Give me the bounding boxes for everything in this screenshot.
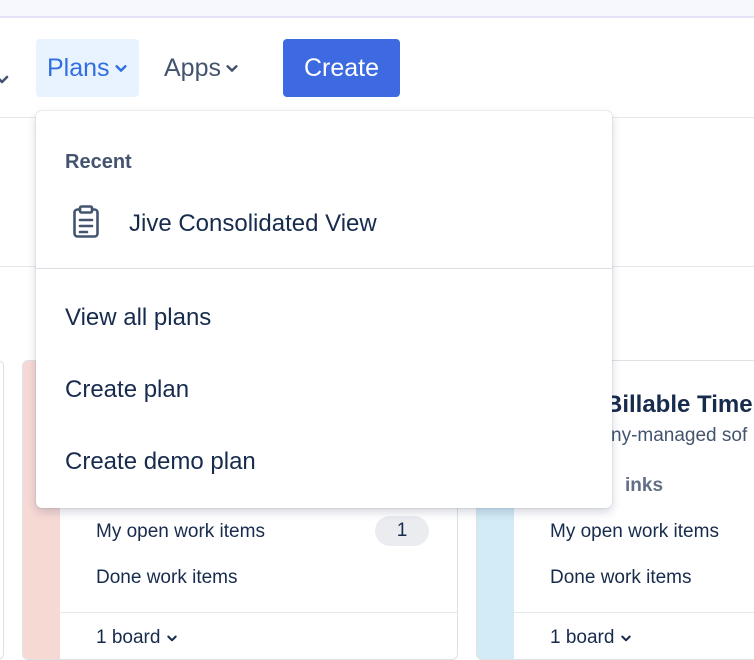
recent-plan-item[interactable]: Jive Consolidated View — [36, 193, 612, 255]
clipboard-icon — [73, 205, 99, 238]
open-count-badge: 1 — [375, 516, 429, 546]
recent-heading: Recent — [65, 151, 132, 173]
board-dropdown[interactable]: 1 board — [550, 627, 632, 649]
project-subtitle: ny-managed sof — [611, 425, 748, 446]
board-label: 1 board — [96, 627, 161, 648]
my-open-work-items-link[interactable]: My open work items — [550, 521, 719, 543]
create-plan-item[interactable]: Create plan — [65, 370, 585, 410]
project-card-partial[interactable] — [0, 360, 4, 660]
top-strip — [0, 0, 754, 18]
card-divider — [60, 612, 457, 613]
quick-links-heading: inks — [625, 475, 664, 496]
card-divider — [514, 612, 754, 613]
top-navigation: Plans Apps Create — [0, 18, 754, 118]
menu-divider — [36, 268, 612, 269]
nav-apps-menu[interactable]: Apps — [153, 39, 253, 97]
chevron-down-icon — [167, 635, 178, 642]
board-dropdown[interactable]: 1 board — [96, 627, 178, 649]
done-work-items-link[interactable]: Done work items — [550, 567, 692, 589]
chevron-down-icon — [114, 65, 127, 72]
chevron-down-icon — [621, 635, 632, 642]
project-title[interactable]: Billable Time — [605, 391, 753, 419]
chevron-down-icon[interactable] — [0, 71, 10, 87]
nav-apps-label: Apps — [164, 53, 221, 82]
board-label: 1 board — [550, 627, 615, 648]
nav-plans-label: Plans — [47, 53, 110, 82]
view-all-plans-item[interactable]: View all plans — [65, 298, 585, 338]
create-button[interactable]: Create — [283, 39, 400, 97]
recent-plan-label: Jive Consolidated View — [129, 210, 377, 237]
nav-plans-menu[interactable]: Plans — [36, 39, 139, 97]
chevron-down-icon — [226, 65, 238, 72]
plans-dropdown-menu: Recent Jive Consolidated View View all p… — [36, 111, 612, 508]
create-demo-plan-item[interactable]: Create demo plan — [65, 442, 585, 482]
my-open-work-items-link[interactable]: My open work items — [96, 521, 265, 543]
done-work-items-link[interactable]: Done work items — [96, 567, 238, 589]
